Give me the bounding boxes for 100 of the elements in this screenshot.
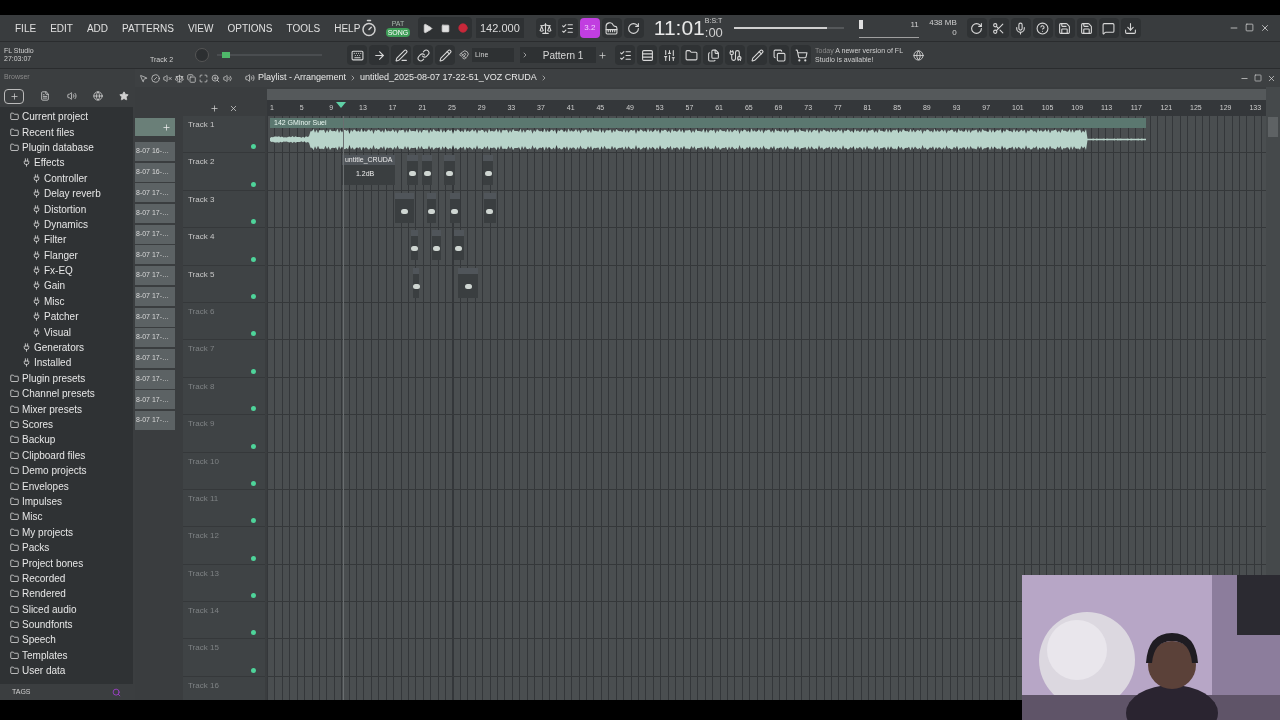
browser-item[interactable]: Templates <box>0 647 133 664</box>
audio-clip[interactable] <box>422 155 433 186</box>
star-icon[interactable] <box>119 91 129 101</box>
track-header[interactable]: Track 1 <box>183 116 265 154</box>
zoom-icon[interactable] <box>211 73 220 83</box>
save-icon[interactable] <box>1054 18 1075 38</box>
browser-item[interactable]: Delay reverb <box>0 185 133 202</box>
audio-clip[interactable] <box>407 155 418 186</box>
browser-item[interactable]: Soundfonts <box>0 616 133 633</box>
scissors-icon[interactable] <box>988 18 1009 38</box>
speaker-icon[interactable] <box>66 91 77 101</box>
playlist-icon[interactable] <box>615 45 636 65</box>
keyboard-icon[interactable] <box>601 18 622 38</box>
browser-item[interactable]: Project bones <box>0 555 133 571</box>
browser-item[interactable]: Packs <box>0 539 133 556</box>
file-icon[interactable] <box>40 91 51 101</box>
rows-icon[interactable] <box>637 45 658 65</box>
pattern-prev-button[interactable] <box>520 47 531 63</box>
close-icon[interactable] <box>1267 73 1276 83</box>
pointer-icon[interactable] <box>139 73 148 83</box>
audio-clip[interactable] <box>482 155 494 186</box>
menu-item[interactable]: OPTIONS <box>227 20 273 36</box>
track-header[interactable]: Track 2 <box>183 153 265 191</box>
browser-item[interactable]: Patcher <box>0 309 133 325</box>
browser-item[interactable]: Plugin presets <box>0 370 133 387</box>
menu-item[interactable]: ADD <box>86 20 109 36</box>
add-track-icon[interactable] <box>210 104 219 113</box>
stop-icon[interactable] <box>441 23 450 33</box>
browser-item[interactable]: Fx-EQ <box>0 262 133 279</box>
track-header[interactable]: Track 4 <box>183 228 265 266</box>
menu-item[interactable]: VIEW <box>187 20 214 36</box>
audio-clip[interactable] <box>444 155 455 186</box>
browser-tab[interactable] <box>4 88 24 104</box>
mute-led[interactable] <box>251 593 256 599</box>
plug-icon[interactable] <box>725 45 746 65</box>
download-icon[interactable] <box>1120 18 1141 38</box>
browser-item[interactable]: Mixer presets <box>0 401 133 417</box>
microphone-icon[interactable] <box>1010 18 1031 38</box>
scrollbar-thumb[interactable] <box>1268 117 1278 137</box>
browser-item[interactable]: Misc <box>0 293 133 310</box>
globe-icon[interactable] <box>913 49 925 61</box>
help-icon[interactable] <box>1032 18 1053 38</box>
browser-item[interactable]: Speech <box>0 632 133 648</box>
menu-item[interactable]: EDIT <box>50 20 73 36</box>
browser-item[interactable]: Generators <box>0 339 133 356</box>
mute-led[interactable] <box>251 518 256 524</box>
browser-item[interactable]: Clipboard files <box>0 447 133 463</box>
browser-item[interactable]: Gain <box>0 278 133 294</box>
loop-icon[interactable] <box>623 18 644 38</box>
browser-item[interactable]: Sliced audio <box>0 601 133 617</box>
mute-led[interactable] <box>251 293 256 299</box>
add-pattern-icon[interactable] <box>598 50 608 60</box>
mute-led[interactable] <box>251 368 256 374</box>
keyboard-icon[interactable] <box>347 45 368 65</box>
chat-icon[interactable] <box>1098 18 1119 38</box>
mute-led[interactable] <box>251 667 256 673</box>
files-icon[interactable] <box>703 45 724 65</box>
audio-clip[interactable] <box>413 267 420 298</box>
browser-item[interactable]: Envelopes <box>0 478 133 494</box>
play-icon[interactable] <box>422 22 433 34</box>
mute-led[interactable] <box>251 480 256 486</box>
maximize-icon[interactable] <box>1254 73 1262 82</box>
audio-clip[interactable] <box>394 192 414 223</box>
mute-led[interactable] <box>251 331 256 337</box>
browser-item[interactable]: Channel presets <box>0 386 133 402</box>
browser-item[interactable]: Dynamics <box>0 216 133 233</box>
browser-item[interactable]: Demo projects <box>0 463 133 479</box>
globe-icon[interactable] <box>92 91 103 101</box>
browser-item[interactable]: Filter <box>0 232 133 248</box>
frame-icon[interactable] <box>199 73 208 83</box>
close-icon[interactable] <box>1260 23 1270 33</box>
remove-icon[interactable] <box>229 104 238 113</box>
audio-clip[interactable] <box>449 192 460 223</box>
mute-led[interactable] <box>251 555 256 561</box>
browser-item[interactable]: Flanger <box>0 247 133 263</box>
browser-item[interactable]: Impulses <box>0 493 133 510</box>
link-icon[interactable] <box>413 45 434 65</box>
browser-item[interactable]: My projects <box>0 524 133 540</box>
mixer-icon[interactable] <box>659 45 680 65</box>
pattern-selector[interactable]: Pattern 1 <box>530 47 597 63</box>
browser-item[interactable]: Visual <box>0 324 133 340</box>
browser-item[interactable]: Recent files <box>0 124 133 140</box>
menu-item[interactable]: TOOLS <box>286 20 321 36</box>
browser-item[interactable]: Current project <box>0 109 133 125</box>
save-as-icon[interactable] <box>1076 18 1097 38</box>
menu-item[interactable]: HELP <box>334 20 361 36</box>
browser-item[interactable]: Distortion <box>0 201 133 217</box>
mute-led[interactable] <box>251 630 256 636</box>
browser-item[interactable]: Effects <box>0 155 133 171</box>
mute-led[interactable] <box>251 144 256 150</box>
audio-clip[interactable] <box>432 230 442 261</box>
playhead-marker[interactable] <box>336 102 347 108</box>
audio-clip[interactable] <box>483 192 496 223</box>
mute-led[interactable] <box>251 256 256 262</box>
mute-led[interactable] <box>251 443 256 449</box>
tempo-display[interactable]: 142.000 <box>476 18 524 38</box>
menu-item[interactable]: PATTERNS <box>122 20 174 36</box>
cart-icon[interactable] <box>791 45 812 65</box>
browser-item[interactable]: User data <box>0 663 133 679</box>
mute-led[interactable] <box>251 406 256 412</box>
